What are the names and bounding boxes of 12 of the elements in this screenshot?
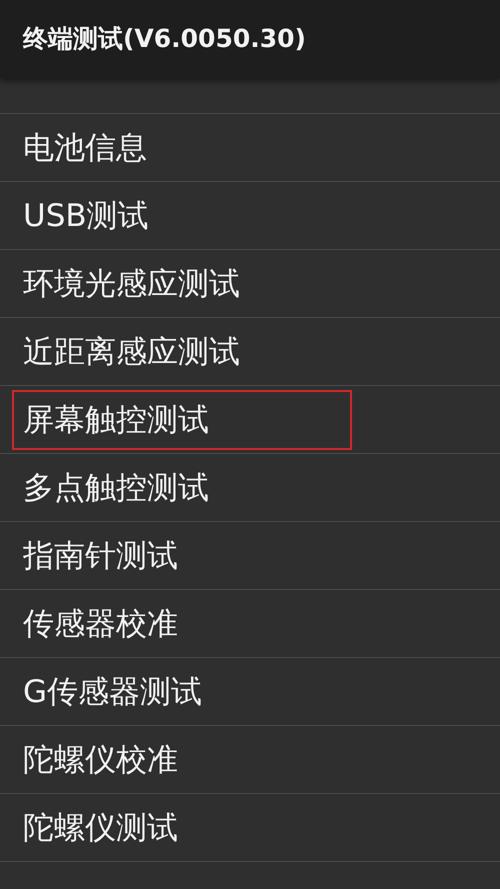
list-item[interactable]: 近距离感应测试 (23, 332, 240, 372)
list-item[interactable]: 陀螺仪测试 (23, 808, 178, 848)
list-item[interactable]: 电池信息 (23, 128, 147, 168)
list-item[interactable]: 传感器校准 (23, 604, 178, 644)
list-item[interactable]: USB测试 (23, 196, 149, 236)
window-title: 终端测试(V6.0050.30) (23, 23, 306, 55)
list-item[interactable]: 指南针测试 (23, 536, 178, 576)
list-item[interactable]: 陀螺仪校准 (23, 740, 178, 780)
list-item[interactable]: 多点触控测试 (23, 468, 209, 508)
list-item[interactable]: 屏幕触控测试 (23, 400, 209, 440)
list-item[interactable]: 环境光感应测试 (23, 264, 240, 304)
list-item[interactable]: G传感器测试 (23, 672, 202, 712)
